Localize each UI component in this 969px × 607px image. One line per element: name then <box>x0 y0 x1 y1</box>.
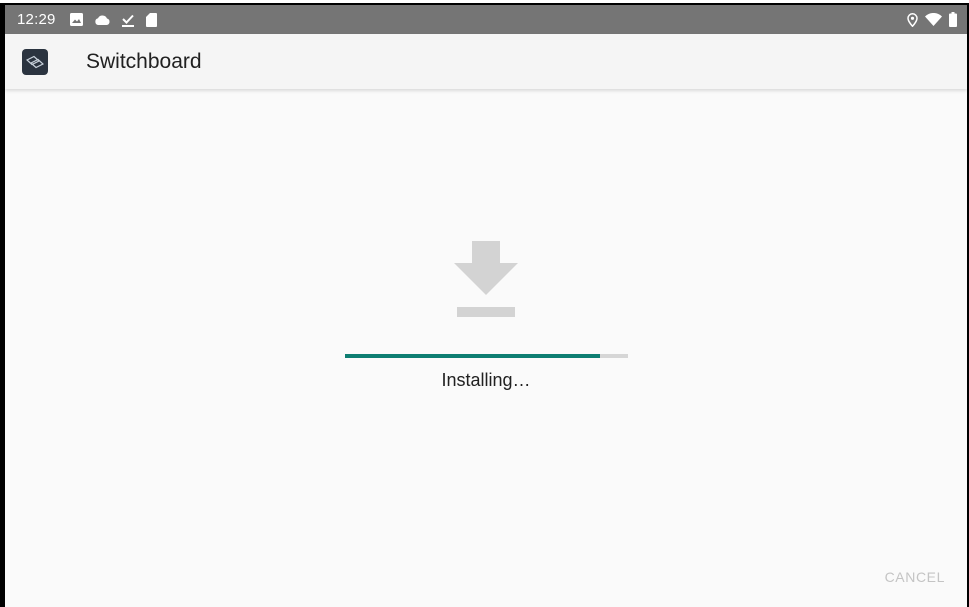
image-icon <box>69 13 83 26</box>
location-icon <box>907 12 918 27</box>
switchboard-app-icon <box>22 48 48 75</box>
download-icon <box>454 241 518 322</box>
install-progress-fill <box>345 354 600 358</box>
wifi-icon <box>925 13 942 26</box>
app-bar: Switchboard <box>5 34 967 89</box>
install-progress-bar <box>345 354 628 358</box>
battery-icon <box>949 12 957 27</box>
status-bar: 12:29 <box>5 5 967 34</box>
sd-card-icon <box>145 12 157 27</box>
cancel-button[interactable]: CANCEL <box>883 565 947 589</box>
download-done-icon <box>121 13 135 27</box>
device-screen: 12:29 Switchboard Installing… CANCEL <box>5 5 967 607</box>
app-title: Switchboard <box>86 49 202 73</box>
notification-icons <box>69 12 157 27</box>
status-time: 12:29 <box>17 11 56 28</box>
install-panel: Installing… <box>5 89 967 607</box>
cloud-icon <box>94 14 110 26</box>
system-icons <box>907 12 957 27</box>
install-status-text: Installing… <box>441 370 531 390</box>
